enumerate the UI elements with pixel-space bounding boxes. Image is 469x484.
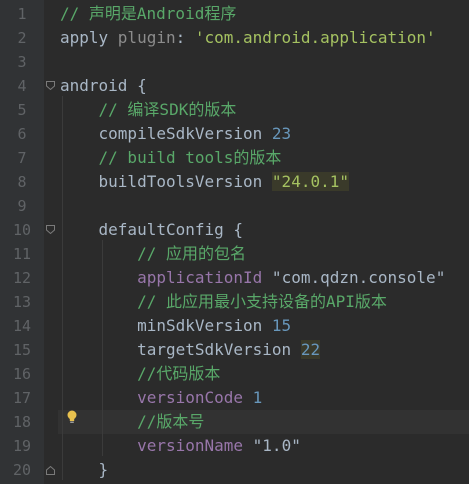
line-number: 15 bbox=[12, 341, 32, 359]
line-number: 20 bbox=[12, 461, 32, 479]
code-token: // 声明是Android程序 bbox=[60, 4, 237, 23]
code-token: "com.qdzn.console" bbox=[262, 268, 446, 287]
code-line[interactable]: // build tools的版本 bbox=[60, 146, 282, 170]
code-line[interactable]: compileSdkVersion 23 bbox=[60, 122, 292, 146]
code-token: compileSdkVersion bbox=[60, 124, 272, 143]
code-line[interactable]: // 应用的包名 bbox=[60, 242, 246, 266]
fold-marker-icon[interactable] bbox=[46, 225, 55, 234]
code-line[interactable]: defaultConfig { bbox=[60, 218, 244, 242]
code-line[interactable]: // 声明是Android程序 bbox=[60, 2, 236, 26]
fold-marker-icon[interactable] bbox=[46, 466, 55, 475]
code-token: minSdkVersion bbox=[60, 316, 272, 335]
code-line[interactable]: versionCode 1 bbox=[60, 386, 262, 410]
code-token: android { bbox=[60, 76, 147, 95]
line-number: 4 bbox=[17, 77, 27, 95]
code-line[interactable]: // 编译SDK的版本 bbox=[60, 98, 237, 122]
code-token: 23 bbox=[271, 124, 292, 143]
line-number: 9 bbox=[17, 197, 27, 215]
line-number: 13 bbox=[12, 293, 32, 311]
code-token: versionName bbox=[137, 436, 244, 455]
code-token: 'com.android.application' bbox=[194, 28, 436, 47]
lightbulb-icon[interactable] bbox=[66, 410, 78, 424]
code-token: versionCode bbox=[137, 388, 244, 407]
code-token: apply bbox=[60, 28, 118, 47]
code-token: 15 bbox=[271, 316, 292, 335]
line-number: 11 bbox=[12, 245, 32, 263]
code-token: //代码版本 bbox=[137, 364, 221, 383]
line-number: 7 bbox=[17, 149, 27, 167]
line-number-gutter: 1 2 3 4 5 6 7 8 9 10 11 12 13 14 15 16 17 18 19 20 bbox=[0, 0, 44, 484]
code-token: } bbox=[60, 460, 109, 479]
code-line[interactable]: android { bbox=[60, 74, 147, 98]
line-number: 10 bbox=[12, 221, 32, 239]
code-line[interactable]: buildToolsVersion "24.0.1" bbox=[60, 170, 349, 194]
indent-guide bbox=[102, 240, 103, 456]
line-number: 6 bbox=[17, 125, 27, 143]
code-token: applicationId bbox=[137, 268, 263, 287]
line-number: 17 bbox=[12, 389, 32, 407]
code-token: // 编译SDK的版本 bbox=[98, 100, 237, 119]
code-token: //版本号 bbox=[137, 412, 205, 431]
code-token: 1 bbox=[252, 388, 263, 407]
code-line[interactable]: apply plugin: 'com.android.application' bbox=[60, 26, 436, 50]
line-number: 1 bbox=[17, 5, 27, 23]
line-number: 3 bbox=[17, 53, 27, 71]
indent-guide bbox=[62, 96, 63, 480]
code-token: buildToolsVersion bbox=[60, 172, 272, 191]
line-number: 18 bbox=[12, 413, 32, 431]
line-number: 8 bbox=[17, 173, 27, 191]
code-line[interactable]: //版本号 bbox=[58, 410, 469, 434]
line-number: 14 bbox=[12, 317, 32, 335]
code-line[interactable]: } bbox=[60, 458, 109, 482]
fold-column bbox=[44, 0, 58, 484]
code-line[interactable]: // 此应用最小支持设备的API版本 bbox=[60, 290, 387, 314]
line-number: 16 bbox=[12, 365, 32, 383]
code-line[interactable]: minSdkVersion 15 bbox=[60, 314, 291, 338]
code-token: "1.0" bbox=[243, 436, 301, 455]
code-token: // 应用的包名 bbox=[137, 244, 246, 263]
fold-marker-icon[interactable] bbox=[46, 81, 55, 90]
code-line[interactable]: versionName "1.0" bbox=[60, 434, 301, 458]
code-token: : bbox=[175, 28, 195, 47]
line-number: 12 bbox=[12, 269, 32, 287]
code-token: defaultConfig { bbox=[60, 220, 244, 239]
code-line[interactable]: targetSdkVersion 22 bbox=[60, 338, 321, 362]
code-editor[interactable]: 1 2 3 4 5 6 7 8 9 10 11 12 13 14 15 16 17 18 19 20 // 声明是An… bbox=[0, 0, 469, 484]
code-token: targetSdkVersion bbox=[60, 340, 301, 359]
code-token: 22 bbox=[300, 340, 321, 359]
line-number: 2 bbox=[17, 29, 27, 47]
line-number: 5 bbox=[17, 101, 27, 119]
code-line[interactable]: applicationId "com.qdzn.console" bbox=[60, 266, 445, 290]
code-line[interactable]: //代码版本 bbox=[60, 362, 220, 386]
code-token: plugin bbox=[117, 28, 176, 47]
code-token: // 此应用最小支持设备的API版本 bbox=[137, 292, 387, 311]
line-number: 19 bbox=[12, 437, 32, 455]
code-token: "24.0.1" bbox=[271, 172, 349, 191]
code-token: // build tools的版本 bbox=[98, 148, 282, 167]
